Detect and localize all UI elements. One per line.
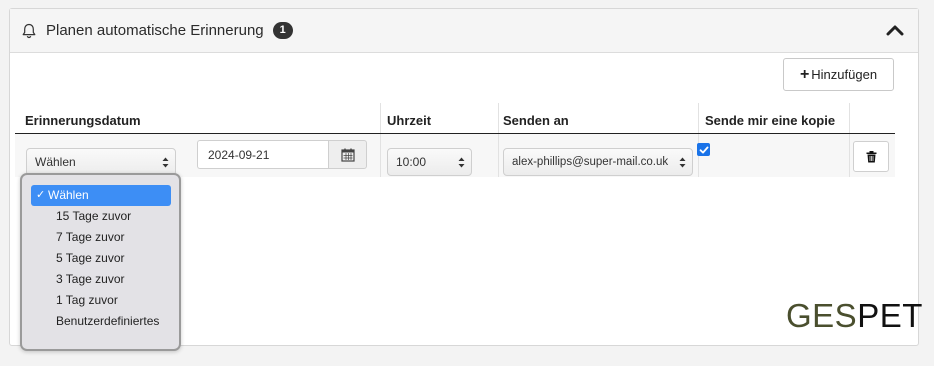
panel-title: Planen automatische Erinnerung bbox=[46, 22, 264, 39]
reminder-date-input[interactable]: 2024-09-21 bbox=[197, 140, 328, 169]
calendar-icon bbox=[340, 148, 355, 162]
send-copy-checkbox[interactable] bbox=[697, 143, 710, 156]
dropdown-option[interactable]: Benutzerdefiniertes bbox=[30, 311, 171, 332]
column-divider bbox=[380, 103, 381, 177]
bell-icon bbox=[22, 23, 36, 38]
calendar-button[interactable] bbox=[328, 140, 367, 169]
dropdown-option[interactable]: 3 Tage zuvor bbox=[30, 269, 171, 290]
checkmark-icon bbox=[699, 146, 708, 153]
count-badge: 1 bbox=[272, 22, 293, 39]
header-send-copy: Sende mir eine kopie bbox=[705, 113, 836, 128]
select-arrows-icon bbox=[162, 157, 169, 168]
add-button[interactable]: + Hinzufügen bbox=[783, 58, 894, 91]
time-select[interactable]: 10:00 bbox=[387, 148, 472, 176]
check-icon: ✓ bbox=[36, 189, 46, 201]
reminder-date-value: 2024-09-21 bbox=[208, 147, 270, 162]
gespet-logo: GESPET bbox=[786, 297, 923, 334]
header-reminder-date: Erinnerungsdatum bbox=[25, 113, 141, 128]
column-divider bbox=[698, 103, 699, 177]
send-to-select[interactable]: alex-phillips@super-mail.co.uk bbox=[503, 148, 693, 176]
select-arrows-icon bbox=[679, 157, 686, 168]
header-time: Uhrzeit bbox=[387, 113, 432, 128]
trash-icon bbox=[866, 150, 876, 162]
select-arrows-icon bbox=[458, 157, 465, 168]
column-divider bbox=[498, 103, 499, 177]
time-value: 10:00 bbox=[396, 155, 427, 169]
panel-header: Planen automatische Erinnerung 1 bbox=[10, 9, 918, 53]
reminder-offset-select[interactable]: Wählen bbox=[26, 148, 176, 176]
plus-icon: + bbox=[799, 65, 810, 83]
reminder-offset-dropdown: ✓ Wählen 15 Tage zuvor 7 Tage zuvor 5 Tag… bbox=[20, 173, 181, 351]
send-to-value: alex-phillips@super-mail.co.uk bbox=[512, 156, 669, 168]
reminder-offset-value: Wählen bbox=[35, 155, 76, 169]
delete-row-button[interactable] bbox=[853, 141, 889, 172]
header-send-to: Senden an bbox=[503, 113, 569, 128]
dropdown-option[interactable]: 7 Tage zuvor bbox=[30, 227, 171, 248]
dropdown-option[interactable]: 1 Tag zuvor bbox=[30, 290, 171, 311]
add-button-label: Hinzufügen bbox=[811, 67, 878, 82]
dropdown-option[interactable]: ✓ Wählen bbox=[31, 185, 171, 206]
header-underline bbox=[15, 133, 895, 134]
chevron-up-icon[interactable] bbox=[886, 22, 904, 38]
dropdown-option[interactable]: 5 Tage zuvor bbox=[30, 248, 171, 269]
column-divider bbox=[849, 103, 850, 177]
dropdown-option[interactable]: 15 Tage zuvor bbox=[30, 206, 171, 227]
